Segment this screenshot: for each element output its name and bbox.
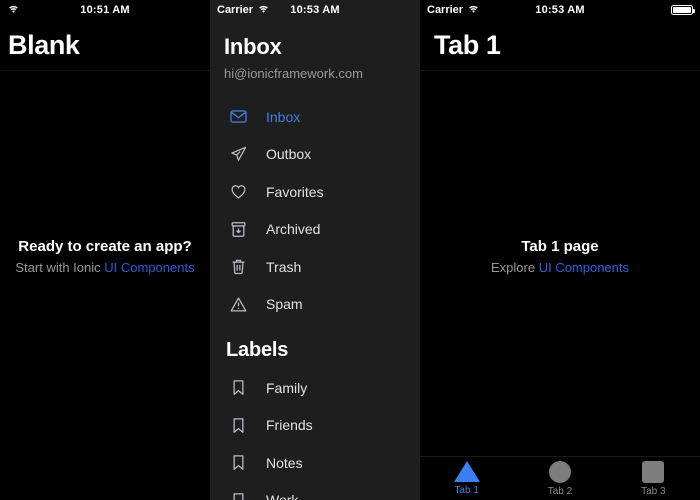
status-bar: 10:51 AM [0,0,210,20]
tab-headline: Tab 1 page [521,238,599,255]
tab-subtext: Explore UI Components [420,260,700,275]
page-title: Blank [8,30,80,60]
menu-item-outbox[interactable]: Outbox [210,136,420,174]
archive-icon [226,217,250,241]
menu-item-label: Archived [266,221,321,238]
status-bar-right [671,5,696,15]
blank-subtext-prefix: Start with Ionic [15,260,105,275]
paper-plane-icon [226,142,250,166]
tab-label: Tab 3 [641,485,666,497]
bookmark-icon [226,376,250,400]
mail-icon [226,105,250,129]
menu-title: Inbox [224,34,282,59]
page-title: Tab 1 [434,30,501,60]
bookmark-icon [226,413,250,437]
labels-section-heading: Labels [226,339,289,361]
menu-item-archived[interactable]: Archived [210,211,420,249]
tab-subtext-prefix: Explore [490,260,539,275]
bookmark-icon [226,451,250,475]
status-bar: Carrier 10:53 AM [420,0,700,20]
menu-item-inbox[interactable]: Inbox [210,98,420,136]
ui-components-link[interactable]: UI Components [104,260,194,275]
menu-item-label: Favorites [266,183,324,200]
tab-bar: Tab 1 Tab 2 Tab 3 [420,456,700,500]
panel-blank-app: 10:51 AM Blank Ready to create an app? S… [0,0,210,500]
warning-icon [226,292,250,316]
menu-item-family[interactable]: Family [210,369,420,407]
screenshot-root: 10:51 AM Blank Ready to create an app? S… [0,0,700,500]
menu-item-label: Notes [266,454,303,471]
status-bar-time: 10:53 AM [535,4,585,16]
circle-icon [548,460,571,483]
menu-item-label: Outbox [266,146,312,163]
tab-content: Tab 1 page Explore UI Components [420,238,700,275]
navigation-bar: Tab 1 [420,20,700,71]
panel-menu-app: Carrier 10:53 AM Inbox hi@ionicframework… [210,0,420,500]
status-bar-time: 10:51 AM [80,4,130,16]
blank-content: Ready to create an app? Start with Ionic… [0,238,210,275]
menu-item-label: Trash [266,258,302,275]
menu-item-label: Inbox [266,108,301,125]
tab-label: Tab 1 [454,485,479,496]
panel-tabs-app: Carrier 10:53 AM Tab 1 Tab 1 page Explor… [420,0,700,500]
menu-item-label: Family [266,379,308,396]
menu-item-work[interactable]: Work [210,482,420,500]
trash-icon [226,255,250,279]
menu-list: Inbox Outbox Favorites Archived Trash Sp… [210,98,420,500]
menu-item-trash[interactable]: Trash [210,248,420,286]
menu-header: Inbox hi@ionicframework.com [210,20,420,81]
battery-full-icon [671,5,696,15]
heart-icon [226,180,250,204]
tab-button-2[interactable]: Tab 2 [513,457,606,500]
menu-account-email: hi@ionicframework.com [224,66,363,81]
tab-button-1[interactable]: Tab 1 [420,457,513,500]
menu-item-label: Spam [266,296,303,313]
ui-components-link[interactable]: UI Components [539,260,629,275]
square-icon [642,460,665,483]
navigation-bar: Blank [0,20,210,71]
tab-label: Tab 2 [547,485,573,497]
triangle-icon [453,461,480,482]
bookmark-icon [226,488,250,500]
status-bar: Carrier 10:53 AM [210,0,420,20]
status-bar-time: 10:53 AM [290,4,340,16]
blank-headline: Ready to create an app? [18,238,192,255]
menu-item-label: Work [266,492,298,500]
blank-subtext: Start with Ionic UI Components [0,260,210,275]
menu-item-friends[interactable]: Friends [210,407,420,445]
menu-item-spam[interactable]: Spam [210,286,420,324]
menu-item-favorites[interactable]: Favorites [210,173,420,211]
tab-button-3[interactable]: Tab 3 [607,457,700,500]
menu-item-label: Friends [266,417,313,434]
menu-item-notes[interactable]: Notes [210,444,420,482]
